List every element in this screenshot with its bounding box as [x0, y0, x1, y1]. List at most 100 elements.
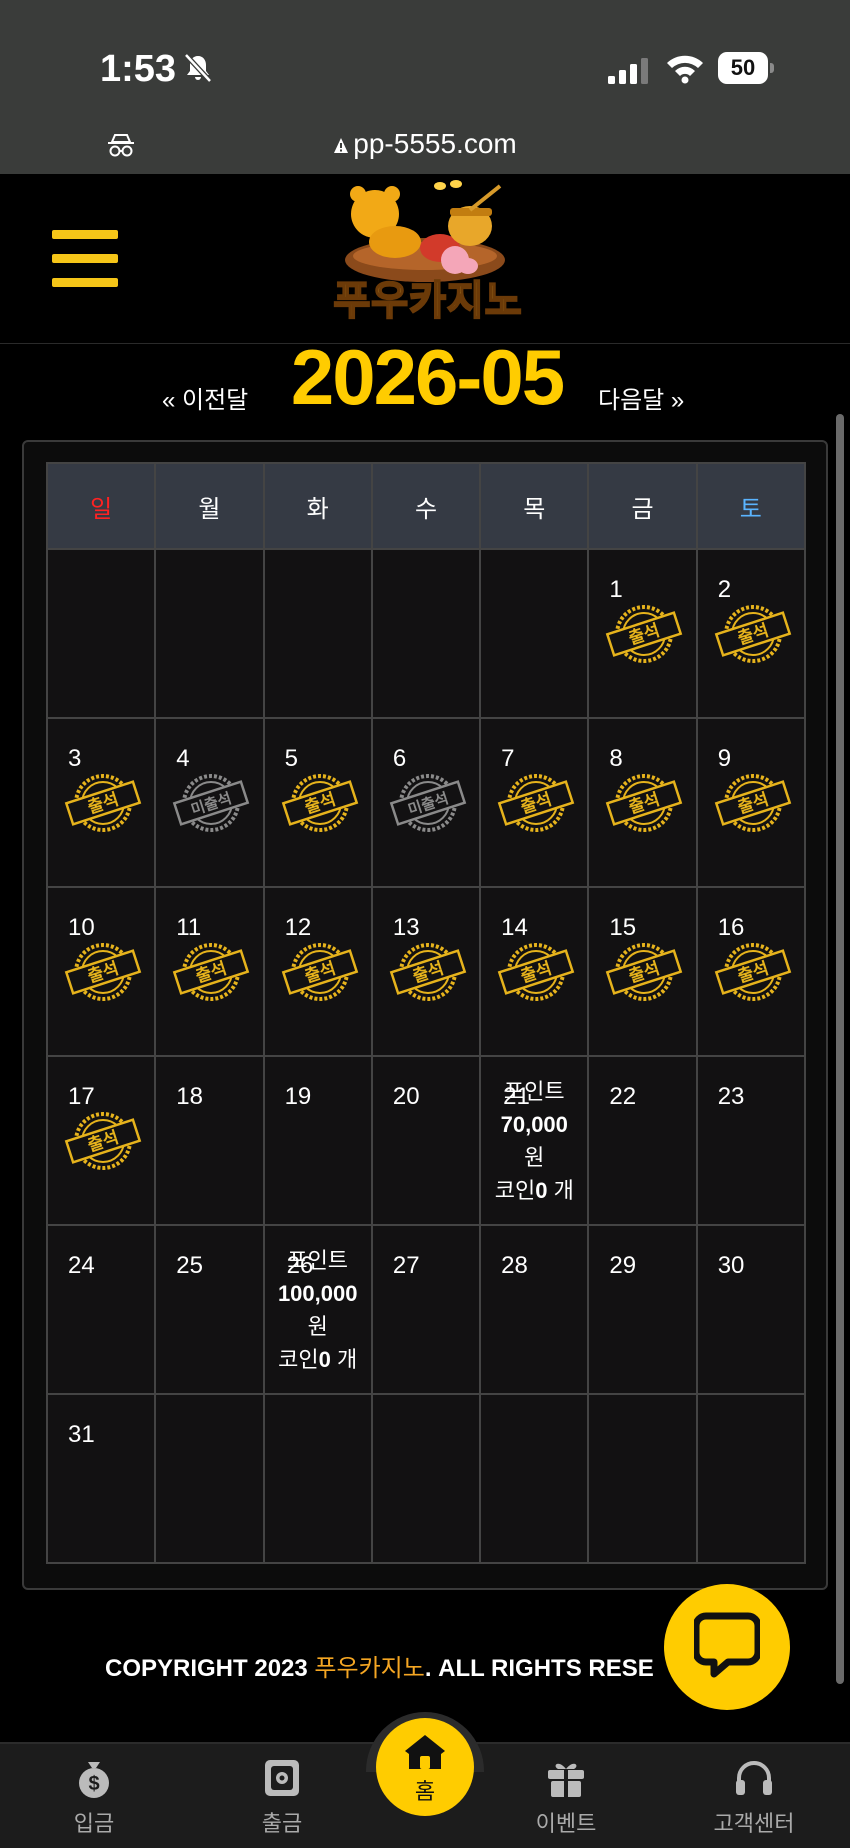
day-number: 5: [284, 745, 298, 772]
nav-home[interactable]: 홈: [376, 1718, 474, 1816]
attended-stamp-graphic: 출석: [389, 943, 467, 1001]
calendar-table: 일 월 화 수 목 금 토 1 출석 2 출석 3 출석 4 미출석 5 출석 6 미출석 …: [45, 462, 807, 1564]
day-number: 31: [68, 1421, 95, 1448]
day-cell: 11 출석: [154, 886, 265, 1057]
empty-cell: [262, 548, 373, 719]
day-cell: 20: [370, 1055, 482, 1226]
day-cell: 23: [695, 1055, 807, 1226]
day-number: 13: [392, 914, 420, 941]
url-display[interactable]: pp-5555.com: [0, 128, 850, 160]
weekday-sun: 일: [45, 462, 157, 550]
stamp-text: 출석: [627, 959, 663, 988]
coin-count: 0: [535, 1178, 548, 1203]
weekday-wed: 수: [370, 462, 482, 550]
empty-cell: [370, 1393, 482, 1564]
weekday-sat: 토: [695, 462, 807, 550]
next-month-link[interactable]: 다음달 »: [598, 380, 684, 415]
day-number: 29: [609, 1252, 637, 1279]
attended-stamp: 출석: [605, 771, 683, 835]
stamp-text: 출석: [302, 790, 338, 819]
cellular-signal-icon: [608, 58, 648, 84]
day-number: 8: [609, 745, 623, 772]
nav-withdraw[interactable]: 출금: [222, 1756, 342, 1838]
stamp-text: 출석: [302, 959, 338, 988]
week-row: 31: [45, 1393, 807, 1564]
day-cell: 24: [45, 1224, 157, 1395]
day-number: 25: [176, 1252, 203, 1279]
weekday-mon: 월: [154, 462, 265, 550]
attended-stamp: 출석: [281, 771, 359, 835]
attended-stamp: 출석: [605, 940, 683, 1004]
day-number: 11: [176, 914, 202, 941]
day-cell: 3 출석: [45, 717, 157, 888]
stamp-text: 출석: [85, 790, 121, 819]
day-cell: 21 포인트 70,000 원 코인0 개: [479, 1055, 590, 1226]
copyright-brand: 푸우카지노: [314, 1655, 425, 1682]
stamp-text: 출석: [518, 790, 554, 819]
day-number: 12: [284, 914, 312, 941]
day-number: 1: [609, 576, 623, 603]
week-row: 17 출석 18 19 20 21 포인트 70,000 원 코인0 개 22 2…: [45, 1055, 807, 1226]
menu-button[interactable]: [52, 230, 118, 288]
day-cell: 29: [587, 1224, 698, 1395]
browser-url-bar[interactable]: pp-5555.com: [0, 112, 850, 174]
nav-event[interactable]: 이벤트: [506, 1756, 626, 1838]
attended-stamp-graphic: 출석: [714, 943, 791, 1001]
svg-text:$: $: [88, 1773, 99, 1795]
attended-stamp-graphic: 출석: [64, 1112, 142, 1170]
day-cell: 31: [45, 1393, 157, 1564]
day-cell: 1 출석: [587, 548, 698, 719]
copyright: COPYRIGHT 2023 푸우카지노. ALL RIGHTS RESE: [105, 1648, 654, 1683]
nav-deposit[interactable]: $ 입금: [34, 1756, 154, 1838]
week-row: 24 25 26 포인트 100,000 원 코인0 개 27 28 29 30: [45, 1224, 807, 1395]
empty-cell: [154, 1393, 265, 1564]
day-number: 9: [717, 745, 732, 772]
attended-stamp-graphic: 출석: [606, 774, 683, 832]
stamp-text: 출석: [735, 621, 771, 650]
stamp-text: 출석: [627, 790, 663, 819]
nav-withdraw-label: 출금: [261, 1811, 303, 1836]
day-cell: 13 출석: [370, 886, 482, 1057]
day-cell: 17 출석: [45, 1055, 157, 1226]
scrollbar[interactable]: [836, 414, 844, 1684]
reward-label: 포인트: [287, 1248, 349, 1273]
day-number: 18: [176, 1083, 203, 1110]
coin-label: 코인: [278, 1347, 319, 1372]
stamp-text: 출석: [85, 1128, 121, 1157]
day-cell: 18: [154, 1055, 265, 1226]
week-row: 1 출석 2 출석: [45, 548, 807, 719]
attended-stamp: 출석: [172, 940, 250, 1004]
reward-unit: 원: [307, 1314, 328, 1339]
reward-amount: 100,000: [277, 1281, 358, 1306]
coin-count: 0: [318, 1347, 331, 1372]
empty-cell: [479, 1393, 590, 1564]
empty-cell: [45, 548, 157, 719]
nav-support-label: 고객센터: [713, 1811, 795, 1836]
day-number: 24: [68, 1252, 95, 1279]
attended-stamp-graphic: 출석: [281, 943, 358, 1001]
site-logo[interactable]: 푸우카지노: [300, 180, 550, 336]
chat-button[interactable]: [664, 1584, 790, 1710]
chat-bubble-icon: [694, 1612, 760, 1678]
day-cell: 8 출석: [587, 717, 698, 888]
attended-stamp-graphic: 출석: [64, 774, 142, 832]
day-cell: 2 출석: [695, 548, 807, 719]
attended-stamp-graphic: 출석: [497, 943, 575, 1001]
missed-stamp: 미출석: [172, 771, 250, 835]
prev-month-link[interactable]: « 이전달: [162, 380, 248, 415]
day-number: 10: [68, 914, 95, 941]
day-number: 6: [392, 745, 407, 772]
day-cell: 4 미출석: [154, 717, 265, 888]
day-cell: 16 출석: [695, 886, 807, 1057]
nav-support[interactable]: 고객센터: [694, 1756, 814, 1838]
gift-icon: [548, 1763, 584, 1797]
day-cell: 27: [370, 1224, 482, 1395]
attended-stamp-graphic: 출석: [497, 774, 575, 832]
day-number: 22: [609, 1083, 637, 1110]
day-number: 16: [717, 914, 745, 941]
day-number: 2: [717, 576, 732, 603]
day-number: 14: [501, 914, 528, 941]
day-number: 28: [501, 1252, 528, 1279]
wifi-icon: [667, 55, 703, 84]
day-cell: 7 출석: [479, 717, 590, 888]
